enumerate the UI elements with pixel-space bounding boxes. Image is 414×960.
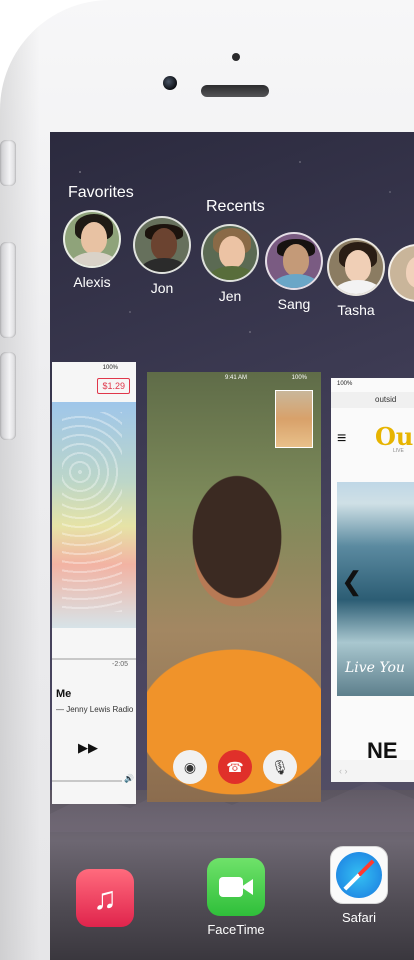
price-button[interactable]: $1.29 <box>97 378 130 394</box>
earpiece-speaker <box>201 85 269 97</box>
contact-name: Jon <box>150 280 174 296</box>
battery-percent: 100% <box>102 365 118 371</box>
call-controls: ◉ ☎ 🎙 <box>147 750 321 790</box>
song-title: Me <box>56 688 72 700</box>
contact-name: Sang <box>277 296 311 312</box>
music-icon: ♫ <box>76 869 134 927</box>
avatar <box>63 210 121 268</box>
album-artwork <box>52 402 136 628</box>
favorites-label: Favorites <box>68 184 134 201</box>
recents-label: Recents <box>206 198 265 215</box>
contact-sang[interactable]: Sang <box>264 232 324 312</box>
proximity-sensor <box>232 53 240 61</box>
safari-app-card[interactable]: 100% outsid ≡ Ou LIVE ❮ Live You NE ‹ › <box>331 378 414 782</box>
dock-safari[interactable]: Safari <box>328 846 390 925</box>
mute-button[interactable]: 🎙 <box>263 750 297 784</box>
contact-jen[interactable]: Jen <box>200 224 260 304</box>
facetime-icon <box>207 858 265 916</box>
avatar <box>388 244 414 302</box>
status-bar: 100% <box>331 378 414 390</box>
photo-caption: Live You <box>345 660 405 676</box>
status-time: 9:41 AM <box>225 375 248 381</box>
volume-icon: 🔊 <box>124 774 134 783</box>
dock-music[interactable]: ♫ <box>74 869 136 933</box>
mute-switch <box>0 140 16 186</box>
fast-forward-icon[interactable]: ▶▶ <box>78 740 98 756</box>
self-view-preview[interactable] <box>275 390 313 448</box>
volume-slider[interactable] <box>52 780 122 782</box>
dock-facetime[interactable]: FaceTime <box>198 858 274 937</box>
contact-alexis[interactable]: Alexis <box>62 210 122 290</box>
volume-down-button <box>0 352 16 440</box>
browser-toolbar[interactable]: ‹ › <box>331 760 414 782</box>
avatar <box>265 232 323 290</box>
app-label: Safari <box>342 910 376 925</box>
menu-icon[interactable]: ≡ <box>337 430 346 448</box>
site-logo-sub: LIVE <box>393 448 404 454</box>
playback-scrubber[interactable] <box>52 658 136 660</box>
avatar <box>133 216 191 274</box>
safari-icon <box>330 846 388 904</box>
avatar <box>201 224 259 282</box>
contact-tasha[interactable]: Tasha <box>326 238 386 318</box>
status-bar: 100% <box>52 362 136 374</box>
avatar <box>327 238 385 296</box>
front-camera <box>163 76 177 90</box>
music-app-card[interactable]: 100% $1.29 -2:05 Me — Jenny Lewis Radio … <box>52 362 136 804</box>
contact-jon[interactable]: Jon <box>132 216 192 296</box>
address-bar[interactable]: outsid <box>331 392 414 408</box>
facetime-app-card[interactable]: 9:41 AM 100% ◉ ☎ 🎙 <box>147 372 321 802</box>
contact-name: Tasha <box>337 302 375 318</box>
contact-name: Jen <box>218 288 242 304</box>
carousel-back-icon[interactable]: ❮ <box>341 566 363 597</box>
flip-camera-button[interactable]: ◉ <box>173 750 207 784</box>
app-switcher-screen: Favorites Recents Alexis Jon Jen Sang Ta… <box>50 132 414 960</box>
site-logo: Ou <box>375 422 414 451</box>
app-label: FaceTime <box>207 922 265 937</box>
song-artist: — Jenny Lewis Radio <box>56 705 134 714</box>
contact-partial[interactable] <box>388 244 414 302</box>
remaining-time: -2:05 <box>112 661 128 668</box>
end-call-button[interactable]: ☎ <box>218 750 252 784</box>
battery-percent: 100% <box>291 375 307 381</box>
volume-up-button <box>0 242 16 338</box>
battery-percent: 100% <box>337 381 353 387</box>
status-bar: 9:41 AM 100% <box>147 372 321 384</box>
contact-name: Alexis <box>73 274 111 290</box>
iphone-device: Favorites Recents Alexis Jon Jen Sang Ta… <box>0 0 414 960</box>
